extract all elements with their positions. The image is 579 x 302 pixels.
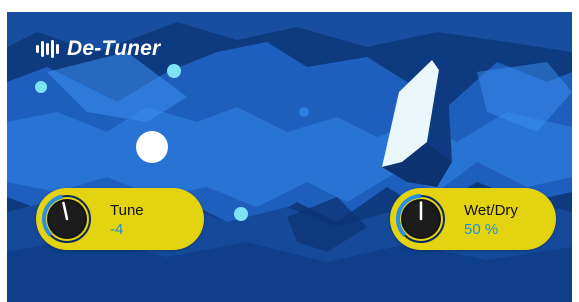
wetdry-control: Wet/Dry 50 % — [390, 188, 556, 250]
app-title-text: De-Tuner — [67, 37, 161, 60]
wetdry-knob[interactable] — [396, 194, 446, 244]
plugin-window: De-Tuner Tune -4 Wet/Dry 50 % — [7, 12, 572, 302]
app-title: De-Tuner — [35, 37, 160, 61]
wetdry-value: 50 % — [464, 221, 499, 238]
tune-label: Tune — [110, 202, 144, 219]
tune-control: Tune -4 — [36, 188, 204, 250]
waveform-logo-icon — [36, 40, 59, 58]
wetdry-label: Wet/Dry — [464, 202, 518, 219]
knob-graphic — [396, 194, 445, 243]
tune-knob[interactable] — [42, 194, 92, 244]
knob-graphic — [42, 194, 91, 243]
tune-value: -4 — [110, 221, 124, 238]
